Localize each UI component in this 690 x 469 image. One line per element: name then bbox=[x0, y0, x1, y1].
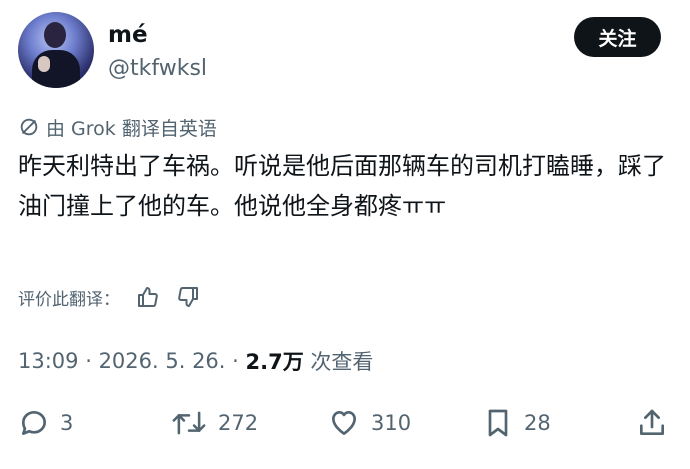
share-icon bbox=[636, 407, 668, 439]
post-text: 昨天利特出了车祸。听说是他后面那辆车的司机打瞌睡，踩了油门撞上了他的车。他说他全… bbox=[18, 152, 666, 220]
share-button[interactable] bbox=[636, 403, 668, 443]
repost-icon bbox=[170, 407, 208, 439]
views-count[interactable]: 2.7万 bbox=[246, 346, 304, 376]
post-actions: 3 272 310 28 bbox=[0, 403, 690, 443]
meta-separator: · bbox=[78, 349, 99, 373]
rate-translation-label: 评价此翻译： bbox=[18, 289, 120, 310]
meta-separator: · bbox=[225, 349, 246, 373]
reply-icon bbox=[18, 407, 50, 439]
avatar-head bbox=[44, 22, 66, 48]
avatar[interactable] bbox=[18, 12, 94, 88]
bookmark-button[interactable]: 28 bbox=[482, 403, 551, 443]
post-time[interactable]: 13:09 bbox=[18, 349, 79, 373]
follow-button[interactable]: 关注 bbox=[574, 17, 661, 57]
repost-button[interactable]: 272 bbox=[170, 403, 258, 443]
post-date[interactable]: 2026. 5. 26. bbox=[99, 349, 226, 373]
avatar-hand bbox=[38, 56, 50, 72]
repost-count: 272 bbox=[218, 411, 259, 435]
like-button[interactable]: 310 bbox=[327, 403, 411, 443]
author-display-name[interactable]: mé bbox=[108, 20, 148, 50]
reply-count: 3 bbox=[60, 411, 74, 435]
translation-notice: 由 Grok 翻译自英语 bbox=[18, 113, 217, 141]
author-handle[interactable]: @tkfwksl bbox=[108, 55, 207, 83]
reply-button[interactable]: 3 bbox=[18, 403, 73, 443]
heart-icon bbox=[327, 407, 361, 439]
rate-translation-row: 评价此翻译： bbox=[18, 282, 200, 312]
bookmark-count: 28 bbox=[524, 411, 551, 435]
thumbs-up-icon[interactable] bbox=[136, 285, 160, 309]
post-meta: 13:09 · 2026. 5. 26. · 2.7万 次查看 bbox=[18, 346, 373, 376]
views-label: 次查看 bbox=[303, 350, 374, 374]
translation-label: 由 Grok 翻译自英语 bbox=[46, 117, 217, 140]
like-count: 310 bbox=[371, 411, 412, 435]
thumbs-down-icon[interactable] bbox=[176, 285, 200, 309]
bookmark-icon bbox=[482, 407, 514, 439]
translate-icon bbox=[18, 116, 40, 138]
